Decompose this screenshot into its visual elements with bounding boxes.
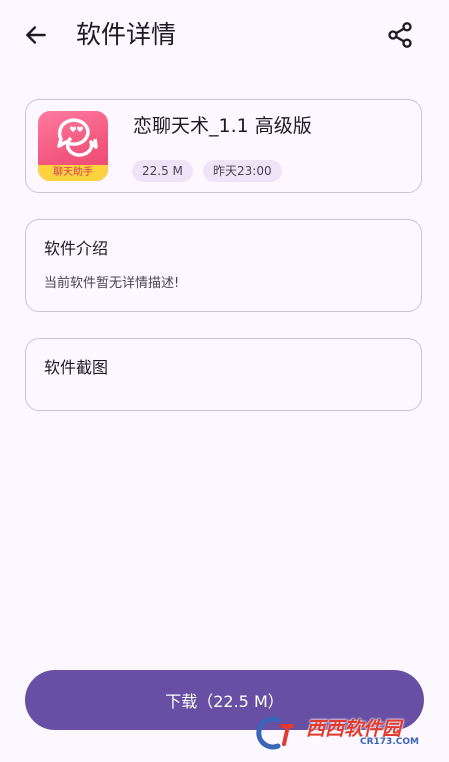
chat-bubble-icon <box>57 118 98 157</box>
app-icon-label: 聊天助手 <box>38 165 108 181</box>
app-name: 恋聊天术_1.1 高级版 <box>133 115 312 137</box>
watermark-subtext: CR173.COM <box>360 737 419 747</box>
watermark: 西西软件园 CR173.COM <box>248 712 432 754</box>
app-info-card: 聊天助手 恋聊天术_1.1 高级版 22.5 M 昨天23:00 <box>25 99 422 193</box>
intro-description: 当前软件暂无详情描述! <box>44 276 180 291</box>
date-chip: 昨天23:00 <box>203 160 282 182</box>
page-title: 软件详情 <box>76 20 177 49</box>
share-button[interactable] <box>382 17 418 53</box>
watermark-logo-icon <box>256 716 294 750</box>
size-chip: 22.5 M <box>132 160 193 182</box>
back-button[interactable] <box>18 17 54 53</box>
top-app-bar: 软件详情 <box>0 0 449 70</box>
app-icon: 聊天助手 <box>38 111 108 181</box>
download-label: 下载（22.5 M） <box>165 692 284 711</box>
share-icon <box>388 22 412 48</box>
screenshots-heading: 软件截图 <box>44 358 109 377</box>
arrow-left-icon <box>26 26 46 44</box>
intro-heading: 软件介绍 <box>44 239 109 258</box>
screenshots-card: 软件截图 <box>25 338 422 411</box>
intro-card: 软件介绍 当前软件暂无详情描述! <box>25 219 422 312</box>
